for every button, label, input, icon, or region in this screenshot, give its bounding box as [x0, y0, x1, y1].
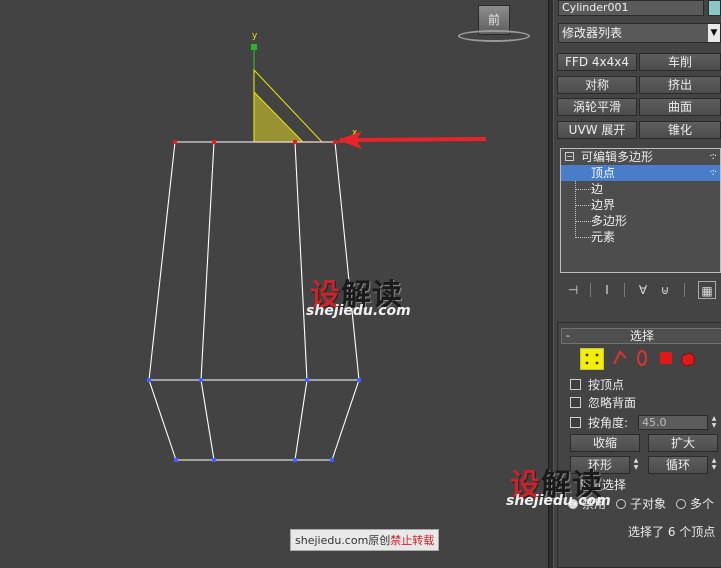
stack-item-editable-poly[interactable]: − 可编辑多边形 ·:·	[561, 149, 720, 165]
spinner-arrows-icon[interactable]: ▲ ▼	[710, 415, 718, 430]
modifier-button-symmetry[interactable]: 对称	[557, 76, 637, 94]
unselected-vertices[interactable]	[147, 378, 361, 462]
watermark-url-secondary: shejiedu.com	[506, 493, 611, 509]
view-cube-face-label: 前	[487, 13, 500, 27]
modifier-button-uvw-unwrap[interactable]: UVW 展开	[557, 121, 637, 139]
angle-spinner-field[interactable]: 45.0	[638, 415, 708, 430]
annotation-arrow	[338, 131, 486, 149]
configure-sets-icon[interactable]: ▦	[698, 281, 716, 299]
preview-multi-radio[interactable]	[676, 499, 686, 509]
selection-rollout-header[interactable]: - 选择	[561, 328, 721, 344]
vertex-dots-icon: ·:·	[709, 167, 717, 178]
modifier-button-surface[interactable]: 曲面	[639, 98, 721, 116]
viewport-canvas[interactable]: y x	[0, 0, 548, 568]
ignore-backfacing-checkbox[interactable]	[570, 397, 581, 408]
view-cube-compass-ring[interactable]	[458, 30, 530, 42]
ring-spinner-icon[interactable]: ▲ ▼	[632, 457, 640, 472]
modifier-button-taper[interactable]: 锥化	[639, 121, 721, 139]
element-mode-icon[interactable]	[678, 348, 698, 368]
show-end-result-icon[interactable]: Ⅰ	[598, 281, 616, 299]
chevron-down-icon[interactable]: ▼	[708, 24, 720, 42]
watermark-footer: shejiedu.com原创禁止转载	[290, 529, 440, 551]
by-angle-label: 按角度:	[588, 416, 629, 430]
selection-rollout: - 选择 按顶点 忽略背面 按角度: 45.0 ▲ ▼ 收缩 扩大 环形 ▲ ▼…	[557, 322, 721, 568]
object-color-swatch[interactable]	[708, 0, 721, 16]
loop-spinner-icon[interactable]: ▲ ▼	[710, 457, 718, 472]
shrink-button[interactable]: 收缩	[570, 434, 640, 452]
preview-subobject-label: 子对象	[630, 497, 667, 511]
collapse-icon[interactable]: −	[565, 152, 574, 161]
modifier-button-turbosmooth[interactable]: 涡轮平滑	[557, 98, 637, 116]
border-mode-icon[interactable]	[632, 348, 652, 368]
object-name-field[interactable]: Cylinder001	[558, 0, 704, 16]
command-panel-modify: Cylinder001 修改器列表 ▼ FFD 4x4x4 车削 对称 挤出 涡…	[506, 0, 721, 568]
pin-stack-icon[interactable]: ⊣	[564, 281, 582, 299]
stack-item-polygon[interactable]: 多边形	[561, 213, 720, 229]
watermark-url: shejiedu.com	[306, 303, 411, 319]
modifier-button-lathe[interactable]: 车削	[639, 53, 721, 71]
gizmo-plane-xy[interactable]	[253, 90, 305, 143]
stack-item-edge[interactable]: 边	[561, 181, 720, 197]
stack-item-border[interactable]: 边界	[561, 197, 720, 213]
stack-item-element[interactable]: 元素	[561, 229, 720, 245]
make-unique-icon[interactable]: ∀	[634, 281, 652, 299]
preview-subobject-radio[interactable]	[616, 499, 626, 509]
vertex-dots-icon: ·:·	[709, 151, 717, 162]
by-vertex-label: 按顶点	[588, 378, 625, 392]
stack-toolbar: ⊣ Ⅰ ∀ ⊍ ▦	[560, 281, 721, 299]
grow-button[interactable]: 扩大	[648, 434, 718, 452]
modifier-stack[interactable]: − 可编辑多边形 ·:· 顶点 ·:· 边 边界 多边形 元素	[560, 148, 721, 273]
modifier-button-ffd[interactable]: FFD 4x4x4	[557, 53, 637, 71]
polygon-mode-icon[interactable]	[656, 348, 676, 368]
by-vertex-checkbox[interactable]	[570, 379, 581, 390]
loop-button[interactable]: 循环	[648, 456, 708, 474]
ignore-backfacing-label: 忽略背面	[588, 396, 637, 410]
vertex-mode-icon[interactable]	[580, 348, 604, 370]
remove-modifier-icon[interactable]: ⊍	[656, 281, 674, 299]
gizmo-y-handle[interactable]	[251, 44, 257, 50]
selection-status-text: 选择了 6 个顶点	[628, 525, 716, 539]
preview-multi-label: 多个	[690, 497, 715, 511]
gizmo-y-label: y	[252, 31, 258, 41]
modifier-list-dropdown[interactable]: 修改器列表 ▼	[558, 23, 721, 43]
by-angle-checkbox[interactable]	[570, 417, 581, 428]
edge-mode-icon[interactable]	[610, 348, 630, 368]
stack-item-vertex[interactable]: 顶点 ·:·	[561, 165, 720, 181]
modifier-button-extrude[interactable]: 挤出	[639, 76, 721, 94]
viewport-front[interactable]: y x 前 设解读 shejiedu.com shejiedu.com原创禁止转…	[0, 0, 548, 568]
modifier-list-label: 修改器列表	[562, 26, 623, 40]
